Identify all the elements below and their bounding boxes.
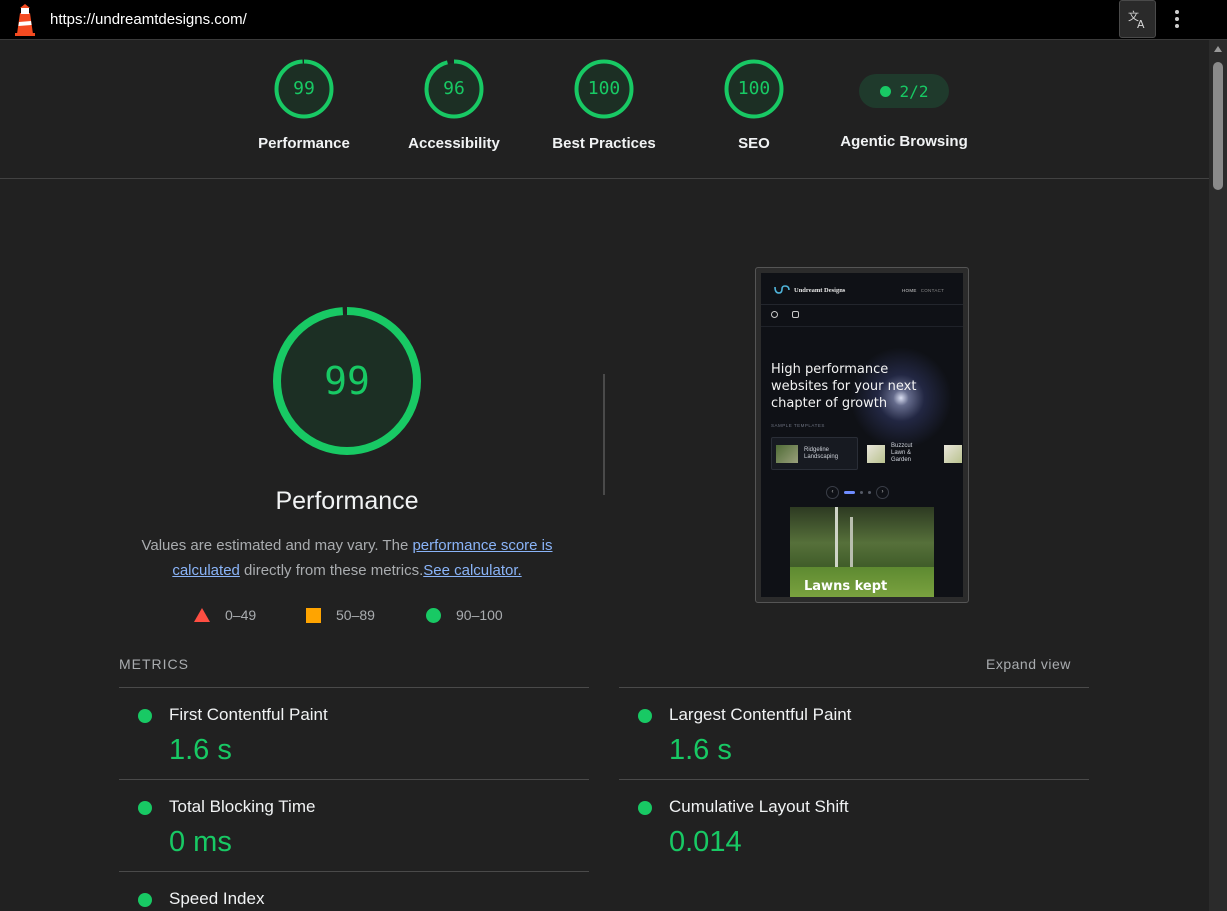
legend-fail: 0–49	[194, 607, 256, 623]
legend-average: 50–89	[306, 607, 375, 623]
gauge-best-practices[interactable]: 100 Best Practices	[544, 59, 664, 152]
screenshot-social	[771, 311, 799, 318]
performance-gauge: 99	[271, 305, 423, 457]
svg-text:A: A	[1137, 18, 1145, 30]
metric-largest-contentful-paint: Largest Contentful Paint 1.6 s	[619, 701, 1089, 779]
metric-speed-index: Speed Index	[119, 885, 589, 911]
category-scores: 99 Performance 96 Accessibility 100 Best…	[0, 40, 1209, 179]
screenshot-brand: Undreamt Designs	[794, 287, 846, 294]
average-square-icon	[306, 607, 321, 623]
screenshot-card: Buzzcut Lawn & Garden	[867, 437, 927, 470]
metric-value: 0 ms	[169, 826, 232, 858]
metrics-header: METRICS	[119, 656, 189, 672]
gauge-label: Performance	[258, 135, 350, 152]
screenshot-photo: Lawns kept	[790, 507, 934, 597]
agentic-value: 2/2	[899, 81, 929, 101]
gauge-performance[interactable]: 99 Performance	[244, 59, 364, 152]
facebook-icon	[771, 311, 778, 318]
gauge-label: Accessibility	[408, 135, 500, 152]
expand-view-toggle[interactable]: Expand view	[986, 656, 1071, 672]
more-vertical-icon	[1175, 10, 1179, 14]
gauge-ring: 100	[724, 59, 784, 119]
metric-total-blocking-time: Total Blocking Time 0 ms	[119, 793, 589, 871]
gauge-label: Best Practices	[552, 135, 656, 152]
screenshot-page: Undreamt Designs HOME CONTACT High perfor…	[761, 273, 963, 597]
url-text: https://undreamtdesigns.com/	[50, 11, 247, 28]
agentic-badge: 2/2	[859, 74, 949, 108]
metric-first-contentful-paint: First Contentful Paint 1.6 s	[119, 701, 589, 779]
pass-dot-icon	[138, 801, 152, 815]
metric-value: 1.6 s	[169, 734, 232, 766]
metric-name: Speed Index	[169, 889, 265, 908]
vertical-scrollbar[interactable]	[1209, 40, 1227, 911]
gauge-seo[interactable]: 100 SEO	[694, 59, 814, 152]
pass-dot-icon	[138, 709, 152, 723]
see-calculator-link[interactable]: See calculator.	[423, 562, 521, 579]
final-screenshot[interactable]: Undreamt Designs HOME CONTACT High perfor…	[755, 267, 969, 603]
performance-title: Performance	[275, 487, 419, 515]
lighthouse-logo-icon	[15, 4, 35, 36]
translate-button[interactable]: 文 A	[1119, 0, 1156, 38]
pass-dot-icon	[138, 893, 152, 907]
translate-icon: 文 A	[1128, 9, 1145, 30]
pass-dot-icon	[638, 801, 652, 815]
screenshot-photo-text: Lawns kept	[804, 579, 888, 594]
pass-dot-icon	[879, 85, 891, 97]
screenshot-sample-label: SAMPLE TEMPLATES	[771, 423, 825, 428]
card-thumbnail	[867, 444, 885, 463]
pass-dot-icon	[638, 709, 652, 723]
card-thumbnail	[944, 444, 962, 463]
screenshot-nav: Undreamt Designs HOME CONTACT	[761, 273, 963, 305]
card-thumbnail	[776, 444, 798, 463]
brand-logo-icon	[774, 285, 790, 294]
chevron-right-icon: ›	[876, 486, 889, 499]
gauge-ring: 99	[274, 59, 334, 119]
performance-score: 99	[324, 359, 370, 403]
chevron-left-icon: ‹	[826, 486, 839, 499]
metric-name: Cumulative Layout Shift	[669, 797, 849, 816]
screenshot-menu: HOME CONTACT	[902, 288, 945, 293]
screenshot-card: Ridgeline Landscaping	[771, 437, 858, 470]
vertical-divider	[603, 374, 605, 495]
metric-value: 0.014	[669, 826, 742, 858]
gauge-label: SEO	[738, 135, 770, 152]
fail-triangle-icon	[194, 608, 210, 622]
scroll-up-icon[interactable]	[1214, 46, 1222, 52]
more-options-button[interactable]	[1166, 5, 1188, 33]
gauge-score: 99	[293, 78, 315, 99]
carousel-controls: ‹ ›	[826, 486, 889, 499]
top-bar: https://undreamtdesigns.com/ 文 A	[0, 0, 1227, 40]
pass-circle-icon	[426, 607, 441, 623]
legend-pass: 90–100	[426, 607, 503, 623]
metric-name: First Contentful Paint	[169, 705, 328, 724]
gauge-score: 100	[587, 78, 621, 99]
gauge-score: 100	[737, 78, 771, 99]
metric-value: 1.6 s	[669, 734, 732, 766]
gauge-ring: 96	[424, 59, 484, 119]
gauge-accessibility[interactable]: 96 Accessibility	[394, 59, 514, 152]
instagram-icon	[792, 311, 799, 318]
gauge-agentic-browsing[interactable]: 2/2 Agentic Browsing	[834, 59, 974, 150]
metric-name: Total Blocking Time	[169, 797, 316, 816]
gauge-score: 96	[443, 78, 465, 99]
metric-cumulative-layout-shift: Cumulative Layout Shift 0.014	[619, 793, 1089, 871]
gauge-label: Agentic Browsing	[840, 133, 968, 150]
screenshot-card	[944, 437, 963, 470]
metric-name: Largest Contentful Paint	[669, 705, 852, 724]
scrollbar-thumb[interactable]	[1213, 62, 1223, 190]
gauge-ring: 100	[574, 59, 634, 119]
performance-description: Values are estimated and may vary. The p…	[141, 537, 553, 579]
screenshot-hero-text: High performance websites for your next …	[771, 362, 917, 411]
